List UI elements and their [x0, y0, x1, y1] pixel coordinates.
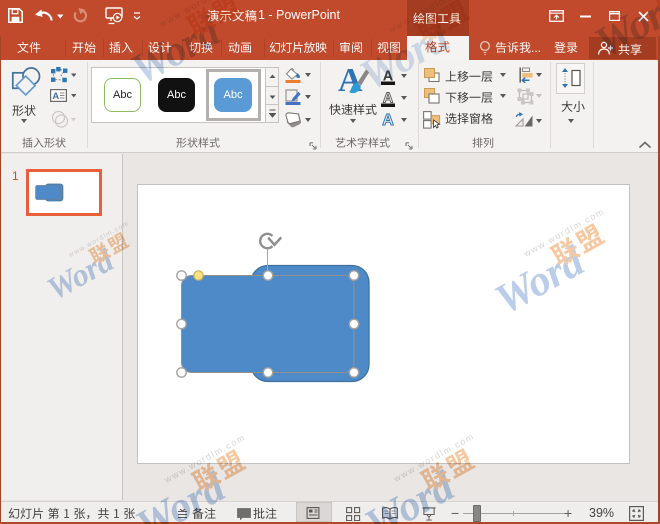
svg-text:A: A	[382, 112, 394, 127]
svg-text:A: A	[52, 91, 59, 102]
